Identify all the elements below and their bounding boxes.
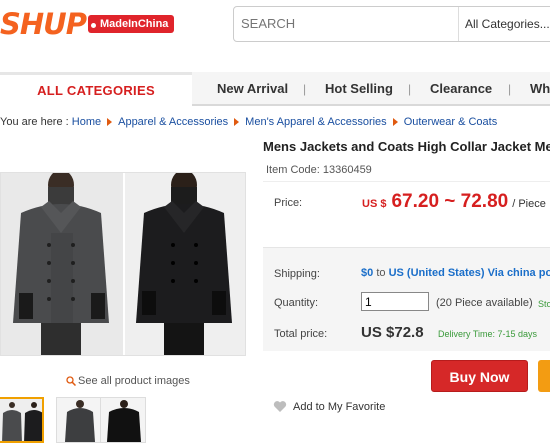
thumbnail-2[interactable] bbox=[56, 397, 102, 443]
nav-all-categories[interactable]: ALL CATEGORIES bbox=[0, 72, 192, 106]
breadcrumb-apparel[interactable]: Apparel & Accessories bbox=[118, 116, 228, 128]
nav-separator: | bbox=[303, 82, 307, 96]
thumbnail-image bbox=[0, 399, 42, 441]
logo-tag: MadeInChina bbox=[87, 15, 175, 33]
site-logo[interactable]: SHUP MadeInChina bbox=[0, 7, 175, 41]
total-price-label: Total price: bbox=[274, 328, 328, 340]
shipping-info[interactable]: $0 to US (United States) Via china po bbox=[361, 267, 550, 279]
quantity-label: Quantity: bbox=[274, 297, 319, 309]
divider bbox=[263, 181, 550, 182]
search-input[interactable] bbox=[241, 16, 441, 31]
thumbnail-image bbox=[101, 398, 145, 442]
thumbnail-3[interactable] bbox=[100, 397, 146, 443]
nav-separator: | bbox=[408, 82, 412, 96]
shipping-destination: US (United States) Via china po bbox=[388, 267, 550, 279]
add-to-favorite-link[interactable]: Add to My Favorite bbox=[273, 400, 385, 413]
breadcrumb-arrow-icon bbox=[392, 118, 398, 126]
product-title: Mens Jackets and Coats High Collar Jacke… bbox=[263, 139, 550, 154]
buy-now-button[interactable]: Buy Now bbox=[431, 360, 528, 392]
main-nav: ALL CATEGORIES New Arrival | Hot Selling… bbox=[0, 72, 550, 106]
breadcrumb-arrow-icon bbox=[107, 118, 113, 126]
zoom-icon bbox=[66, 376, 76, 386]
nav-separator: | bbox=[508, 82, 512, 96]
add-to-favorite-label: Add to My Favorite bbox=[293, 400, 386, 413]
breadcrumb-mens-apparel[interactable]: Men's Apparel & Accessories bbox=[245, 116, 387, 128]
breadcrumb-prefix: You are here : bbox=[0, 116, 69, 128]
shipping-label: Shipping: bbox=[274, 268, 320, 280]
shipping-to: to bbox=[376, 267, 386, 279]
thumbnail-image bbox=[57, 398, 101, 442]
main-product-image[interactable] bbox=[0, 172, 246, 356]
product-page: SHUP MadeInChina All Categories... ALL C… bbox=[0, 0, 550, 448]
breadcrumb: You are here : Home Apparel & Accessorie… bbox=[0, 115, 497, 129]
nav-new-arrival[interactable]: New Arrival bbox=[217, 72, 288, 106]
thumbnail-1[interactable] bbox=[0, 397, 44, 443]
total-price: US $72.8 bbox=[361, 324, 424, 341]
see-all-label: See all product images bbox=[78, 375, 190, 387]
price-unit: / Piece bbox=[512, 198, 546, 210]
search-box: All Categories... bbox=[233, 6, 550, 42]
nav-clearance[interactable]: Clearance bbox=[430, 72, 492, 106]
shipping-cost: $0 bbox=[361, 267, 374, 279]
price-range: 67.20 ~ 72.80 bbox=[391, 191, 509, 212]
add-to-cart-button[interactable] bbox=[538, 360, 550, 392]
nav-wholesale[interactable]: Wh bbox=[530, 72, 550, 106]
price-currency: US $ bbox=[362, 198, 387, 210]
quantity-available: (20 Piece available) bbox=[436, 297, 533, 309]
quantity-input[interactable] bbox=[361, 292, 429, 311]
logo-text: SHUP bbox=[0, 7, 87, 41]
breadcrumb-home[interactable]: Home bbox=[72, 116, 101, 128]
price-label: Price: bbox=[274, 197, 303, 209]
breadcrumb-outerwear[interactable]: Outerwear & Coats bbox=[404, 116, 498, 128]
category-select[interactable]: All Categories... bbox=[458, 7, 550, 41]
heart-icon bbox=[273, 401, 287, 412]
delivery-time: Delivery Time: 7-15 days bbox=[438, 329, 538, 339]
stock-status: Sto bbox=[538, 299, 550, 309]
price: US $ 67.20 ~ 72.80 / Piece bbox=[362, 191, 546, 213]
breadcrumb-arrow-icon bbox=[234, 118, 240, 126]
coat-photo bbox=[1, 173, 245, 355]
nav-hot-selling[interactable]: Hot Selling bbox=[325, 72, 393, 106]
item-code: Item Code: 13360459 bbox=[266, 164, 372, 176]
see-all-images-link[interactable]: See all product images bbox=[66, 375, 190, 387]
